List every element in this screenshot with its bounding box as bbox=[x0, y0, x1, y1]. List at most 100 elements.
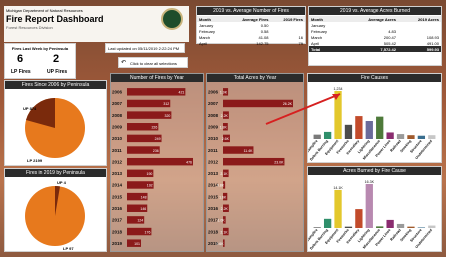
year-tick-label: 2010 bbox=[208, 136, 219, 141]
bar-data-label: 192 bbox=[147, 184, 153, 188]
year-tick-label: 2015 bbox=[208, 194, 219, 199]
pie-2019-panel: Fires in 2019 by Peninsula UP 4 LP 97 bbox=[4, 168, 107, 252]
year-tick-label: 2009 bbox=[112, 124, 123, 129]
last-week-title: Fires Last Week by Peninsula bbox=[11, 46, 69, 51]
bar-data-label: 176 bbox=[145, 230, 151, 234]
pie-since-2006-title: Fires Since 2006 by Peninsula bbox=[5, 81, 106, 89]
year-tick-label: 2010 bbox=[112, 136, 123, 141]
bar-data-label: 2.6K bbox=[222, 137, 230, 141]
cell: Total bbox=[311, 46, 321, 52]
fires-table-title: 2019 vs. Average Number of Fires bbox=[197, 7, 305, 15]
clear-icon: ↶ bbox=[121, 60, 127, 66]
fire-causes-title: Fire Causes bbox=[308, 74, 441, 82]
year-tick-label: 2017 bbox=[112, 218, 123, 223]
clear-selections-button[interactable]: ↶ Click to clear all selections bbox=[118, 57, 188, 68]
bar[interactable] bbox=[313, 134, 321, 139]
fires-by-year-panel: Number of Fires by Year 2006 421 2007 312 20… bbox=[110, 73, 204, 252]
acres-table: Month Average Acres 2019 Acres January F… bbox=[309, 16, 441, 52]
bar[interactable] bbox=[127, 88, 186, 96]
bar[interactable] bbox=[355, 116, 363, 139]
year-tick-label: 2019 bbox=[112, 241, 123, 246]
year-tick-label: 2012 bbox=[112, 159, 123, 164]
bar-data-label: 421 bbox=[179, 91, 185, 95]
last-week-card: Fires Last Week by Peninsula 6 2 LP Fire… bbox=[4, 43, 76, 79]
bar[interactable] bbox=[334, 189, 342, 228]
bar-data-label: 226 bbox=[151, 125, 157, 129]
bar[interactable] bbox=[428, 135, 436, 139]
bar-data-label: 11.4K bbox=[244, 149, 254, 153]
bar[interactable] bbox=[355, 209, 363, 228]
table-row: April 142.75 79 bbox=[197, 40, 305, 46]
bar-data-label: 312 bbox=[163, 102, 169, 106]
year-tick-label: 2013 bbox=[112, 171, 123, 176]
bar-data-label: 1.0K bbox=[217, 219, 225, 223]
pie-2019-chart[interactable]: UP 4 LP 97 bbox=[5, 178, 106, 252]
pie-since-2006-chart[interactable]: UP 874 LP 2199 bbox=[5, 90, 106, 166]
bar[interactable] bbox=[386, 132, 394, 139]
bar-data-label: 23.0K bbox=[274, 160, 284, 164]
lp-fires-label: LP Fires bbox=[11, 69, 31, 75]
bar-data-label: 14.1K bbox=[333, 186, 343, 190]
year-tick-label: 2008 bbox=[208, 113, 219, 118]
up-fires-count: 2 bbox=[53, 53, 60, 65]
bar[interactable] bbox=[396, 223, 405, 228]
bar-data-label: 476 bbox=[186, 160, 192, 164]
fires-table-panel: 2019 vs. Average Number of Fires Month A… bbox=[196, 6, 306, 46]
dashboard-frame: Michigan Department of Natural Resources… bbox=[0, 0, 452, 257]
year-tick-label: 2014 bbox=[112, 183, 123, 188]
bar[interactable] bbox=[323, 218, 332, 228]
annotation-arrow bbox=[265, 93, 341, 125]
bar[interactable] bbox=[376, 116, 384, 139]
year-tick-label: 2016 bbox=[112, 206, 123, 211]
pie-label-up: UP 874 bbox=[23, 106, 37, 111]
up-fires-label: UP Fires bbox=[47, 69, 68, 75]
clear-selections-label: Click to clear all selections bbox=[130, 61, 177, 66]
bar[interactable] bbox=[386, 219, 394, 228]
bar-data-label: 146 bbox=[140, 207, 146, 211]
bar-data-label: 2.2K bbox=[221, 207, 229, 211]
page-title: Fire Report Dashboard bbox=[6, 14, 104, 24]
bar[interactable] bbox=[127, 157, 193, 166]
bar-data-label: 16.3K bbox=[365, 180, 375, 184]
pie-2019-label-lp: LP 97 bbox=[63, 246, 74, 251]
acres-table-panel: 2019 vs. Average Acres Burned Month Aver… bbox=[308, 6, 442, 66]
bar-data-label: 1.9K bbox=[220, 91, 228, 95]
pie-label-lp: LP 2199 bbox=[27, 158, 43, 163]
year-tick-label: 2006 bbox=[208, 90, 219, 95]
title-block: Michigan Department of Natural Resources… bbox=[4, 6, 189, 42]
bar[interactable] bbox=[365, 184, 373, 228]
bar-data-label: 320 bbox=[165, 114, 171, 118]
bar[interactable] bbox=[396, 134, 405, 139]
bar-data-label: 1.6K bbox=[219, 195, 227, 199]
bar[interactable] bbox=[323, 131, 332, 139]
year-tick-label: 2007 bbox=[208, 101, 219, 106]
fires-by-year-chart[interactable]: 2006 421 2007 312 2008 320 2009 226 2010 249 2011 2… bbox=[111, 83, 203, 251]
year-tick-label: 2012 bbox=[208, 159, 219, 164]
year-tick-label: 2013 bbox=[208, 171, 219, 176]
year-tick-label: 2015 bbox=[112, 194, 123, 199]
bar-data-label: 2.1K bbox=[220, 172, 228, 176]
year-tick-label: 2018 bbox=[112, 229, 123, 234]
year-tick-label: 2018 bbox=[208, 229, 219, 234]
cell: 599.93 bbox=[426, 46, 439, 52]
pie-2019-title: Fires in 2019 by Peninsula bbox=[5, 169, 106, 177]
acres-by-cause-chart[interactable]: CampfireDebris BurningEquipment14.1KFire… bbox=[308, 176, 441, 252]
last-updated-box: Last updated on 05/11/2019 2:22:24 PM bbox=[105, 43, 185, 53]
bar-data-label: 2.1K bbox=[220, 230, 228, 234]
acres-table-title: 2019 vs. Average Acres Burned bbox=[309, 7, 441, 15]
department-name: Michigan Department of Natural Resources bbox=[6, 8, 83, 13]
fires-by-year-title: Number of Fires by Year bbox=[111, 74, 203, 82]
bar[interactable] bbox=[365, 121, 373, 139]
acres-by-cause-panel: Acres Burned by Fire Cause Campfire Debri… bbox=[307, 166, 442, 252]
bar-data-label: 148 bbox=[141, 195, 147, 199]
acres-by-cause-title: Acres Burned by Fire Cause bbox=[308, 167, 441, 175]
year-tick-label: 2016 bbox=[208, 206, 219, 211]
bar-data-label: 0.8K bbox=[217, 184, 225, 188]
year-tick-label: 2007 bbox=[112, 101, 123, 106]
cell: 79 bbox=[298, 40, 303, 46]
pie-since-2006-panel: Fires Since 2006 by Peninsula UP 874 LP … bbox=[4, 80, 107, 166]
cell: 142.75 bbox=[256, 40, 269, 46]
lp-fires-count: 6 bbox=[17, 53, 24, 65]
bar[interactable] bbox=[407, 135, 415, 139]
dnr-logo bbox=[161, 8, 183, 30]
